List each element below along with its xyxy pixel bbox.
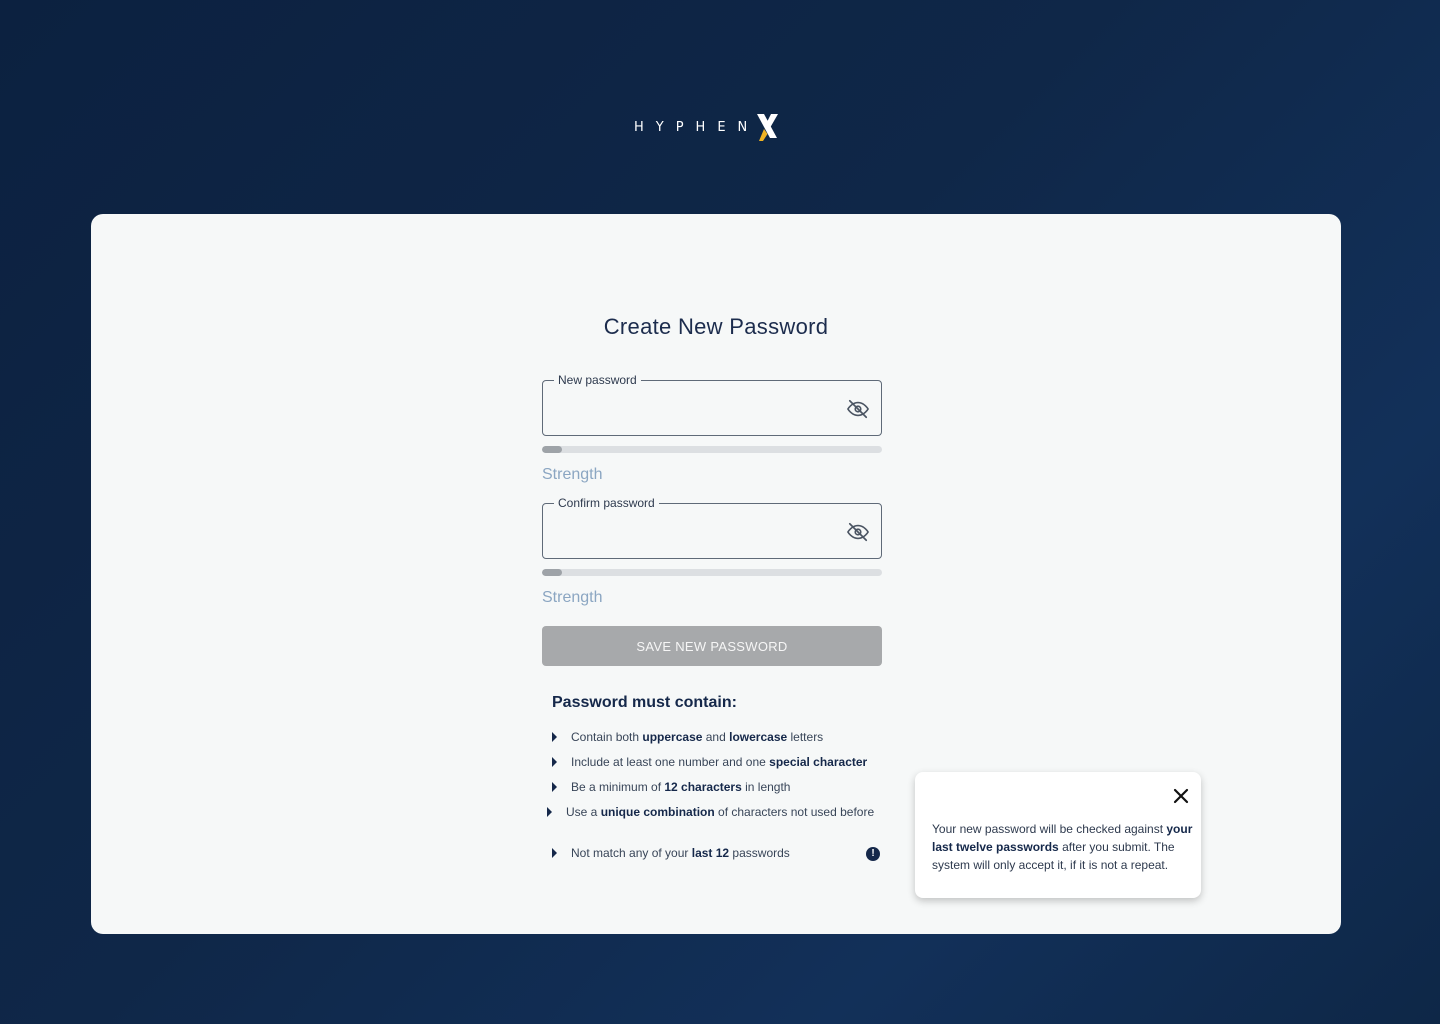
confirm-password-strength-bar [542,569,882,576]
new-password-strength-label: Strength [542,466,603,483]
bullet-icon [547,807,552,817]
requirement-text: Contain both uppercase and lowercase let… [571,730,824,744]
eye-off-icon[interactable] [847,521,869,543]
password-card: Create New Password New password Strengt… [91,214,1341,934]
requirement-text: Be a minimum of 12 characters in length [571,780,791,794]
eye-off-icon[interactable] [847,398,869,420]
requirement-item: Use a unique combination of characters n… [547,805,874,819]
new-password-strength-fill [542,446,563,453]
requirement-text: Include at least one number and one spec… [571,755,868,769]
requirement-item: Contain both uppercase and lowercase let… [552,730,823,744]
new-password-label: New password [554,372,641,388]
password-history-tooltip: Your new password will be checked agains… [915,772,1201,898]
bullet-icon [552,732,557,742]
requirement-text: Use a unique combination of characters n… [566,805,875,819]
tooltip-text: Your new password will be checked agains… [932,822,1193,872]
new-password-input[interactable] [557,395,837,423]
hyphenx-logo: HYPHEN [634,112,781,142]
bullet-icon [552,848,557,858]
confirm-password-field[interactable]: Confirm password [542,495,882,559]
requirement-item: Include at least one number and one spec… [552,755,867,769]
info-icon[interactable]: ! [866,847,880,861]
requirement-item: Not match any of your last 12 passwords [552,846,790,860]
requirement-text: Not match any of your last 12 passwords [571,846,790,860]
bullet-icon [552,757,557,767]
new-password-field[interactable]: New password [542,372,882,436]
confirm-password-label: Confirm password [554,495,659,511]
confirm-password-input[interactable] [557,518,837,546]
logo-text: HYPHEN [634,119,760,135]
requirements-title: Password must contain: [552,694,737,711]
confirm-password-strength-label: Strength [542,589,603,606]
logo-x-mark [757,114,779,141]
requirement-item: Be a minimum of 12 characters in length [552,780,790,794]
page-title: Create New Password [603,314,829,339]
save-new-password-button[interactable]: SAVE NEW PASSWORD [542,626,882,666]
new-password-strength-bar [542,446,882,453]
close-icon[interactable] [1173,788,1189,804]
bullet-icon [552,782,557,792]
confirm-password-strength-fill [542,569,563,576]
